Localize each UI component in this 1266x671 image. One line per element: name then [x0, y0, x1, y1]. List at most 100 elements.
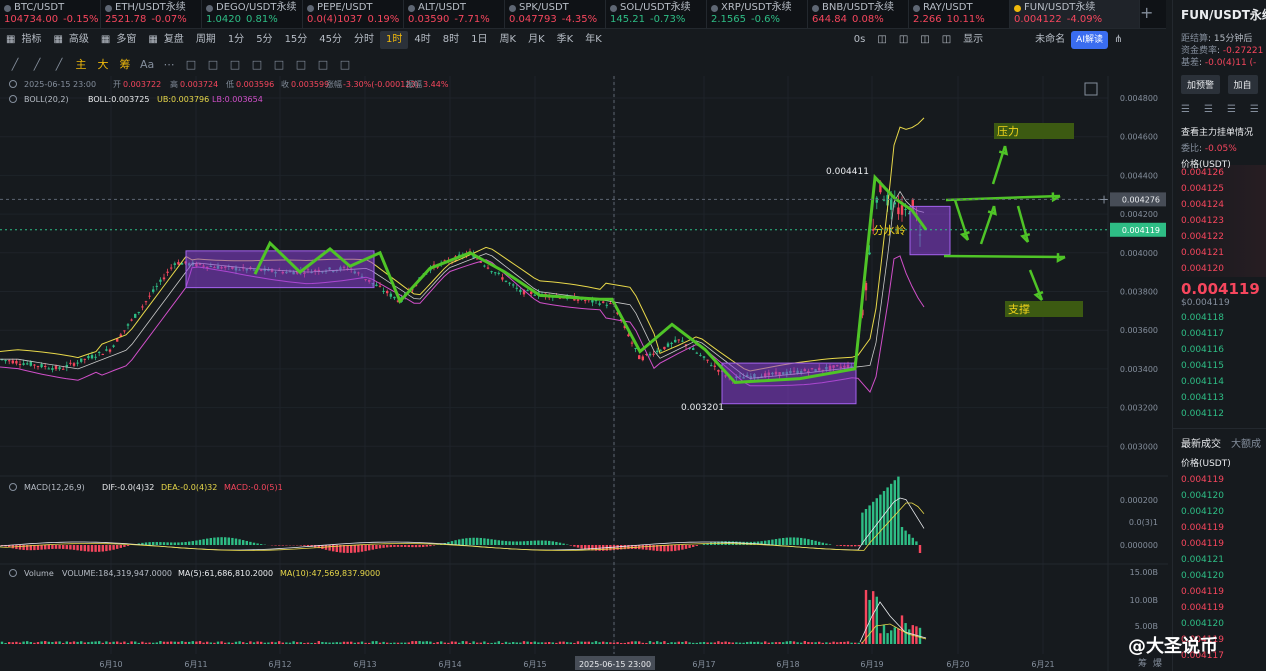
toolbar-2-button[interactable]: 多窗 — [110, 31, 142, 49]
drawbar-2-button[interactable]: 筹 — [118, 56, 132, 72]
orderbook-bids-icon[interactable]: ☰ — [1204, 104, 1213, 115]
filter-icon[interactable]: □ — [316, 58, 330, 71]
interval-0-button[interactable]: 1分 — [222, 31, 250, 49]
ai-interpret-button[interactable]: AI解读 — [1071, 31, 1108, 49]
legend-eye-icon[interactable] — [9, 80, 17, 88]
bid-row[interactable]: 0.004112 — [1173, 406, 1266, 422]
interval-3-button[interactable]: 45分 — [313, 31, 348, 49]
ask-row[interactable]: 0.004121 — [1173, 245, 1266, 261]
interval-8-button[interactable]: 1日 — [465, 31, 493, 49]
ticker-tab[interactable]: SPK/USDT 0.047793 -4.35% — [505, 0, 606, 28]
bid-row[interactable]: 0.004116 — [1173, 342, 1266, 358]
tab-large-trades[interactable]: 大额成 — [1231, 435, 1261, 450]
ticker-tab[interactable]: RAY/USDT 2.266 10.11% — [909, 0, 1010, 28]
ray-tool-icon[interactable]: ╱ — [30, 58, 44, 71]
magnet-icon[interactable]: □ — [206, 58, 220, 71]
drawbar-3-button[interactable]: Aa — [140, 58, 154, 71]
macd-bar — [674, 545, 677, 551]
interval-12-button[interactable]: 年K — [579, 31, 608, 49]
toolbar-3-button[interactable]: 复盘 — [158, 31, 190, 49]
price-chart[interactable]: 压力支撑分水岭0.0044110.0032012025-06-15 23:00 开… — [0, 76, 1168, 671]
candle-body — [627, 334, 630, 337]
ticker-tab[interactable]: ETH/USDT永续 2521.78 -0.07% — [101, 0, 202, 28]
macd-settings-icon[interactable] — [9, 483, 17, 491]
toolbar-0-button[interactable]: 指标 — [15, 31, 47, 49]
more-icon[interactable]: ⋯ — [162, 58, 176, 71]
replay-icon[interactable]: ▦ — [142, 31, 157, 49]
multiwindow-icon[interactable]: ▦ — [95, 31, 110, 49]
interval-5-button[interactable]: 1时 — [380, 31, 409, 49]
toolbar-4-button[interactable]: 周期 — [190, 31, 222, 49]
copy-icon[interactable]: □ — [184, 58, 198, 71]
orderbook-both-icon[interactable]: ☰ — [1181, 104, 1190, 115]
ticker-tab[interactable]: BNB/USDT永续 644.84 0.08% — [808, 0, 909, 28]
add-alert-button[interactable]: 加预警 — [1181, 75, 1221, 94]
interval-11-button[interactable]: 季K — [551, 31, 580, 49]
ticker-tab[interactable]: PEPE/USDT 0.0(4)1037 0.19% — [303, 0, 404, 28]
ticker-tab[interactable]: ALT/USDT 0.03590 -7.71% — [404, 0, 505, 28]
lock-icon[interactable]: □ — [294, 58, 308, 71]
line-tool-icon[interactable]: ╱ — [8, 58, 22, 71]
trash-icon[interactable]: □ — [338, 58, 352, 71]
eye-icon[interactable]: □ — [272, 58, 286, 71]
ask-row[interactable]: 0.004125 — [1173, 181, 1266, 197]
macd-bar — [386, 545, 389, 548]
coin-icon — [711, 4, 718, 12]
drawbar-1-button[interactable]: 大 — [96, 56, 110, 72]
interval-1-button[interactable]: 5分 — [250, 31, 278, 49]
drawbar-0-button[interactable]: 主 — [74, 56, 88, 72]
interval-9-button[interactable]: 周K — [494, 31, 523, 49]
legend-settings-icon[interactable] — [9, 95, 17, 103]
macd-bar — [375, 545, 378, 549]
bid-row[interactable]: 0.004117 — [1173, 326, 1266, 342]
pen-icon[interactable]: ◫ — [914, 31, 935, 49]
settle-row: 距结算: 15分钟后 — [1181, 34, 1253, 44]
ask-row[interactable]: 0.004126 — [1173, 165, 1266, 181]
bid-row[interactable]: 0.004118 — [1173, 310, 1266, 326]
macd-bar — [69, 545, 72, 550]
zoom-icon[interactable]: □ — [250, 58, 264, 71]
interval-2-button[interactable]: 15分 — [279, 31, 314, 49]
interval-10-button[interactable]: 月K — [522, 31, 551, 49]
macd-bar — [252, 542, 256, 545]
ask-row[interactable]: 0.004124 — [1173, 197, 1266, 213]
ticker-tab[interactable]: SOL/USDT永续 145.21 -0.73% — [606, 0, 707, 28]
macd-bar — [623, 545, 626, 550]
ticker-tab[interactable]: BTC/USDT 104734.00 -0.15% — [0, 0, 101, 28]
countdown-label[interactable]: 0s — [848, 31, 872, 49]
toolbar-1-button[interactable]: 高级 — [63, 31, 95, 49]
ticker-tab[interactable]: FUN/USDT永续 0.004122 -4.09% — [1010, 0, 1140, 28]
camera-icon[interactable]: ◫ — [871, 31, 892, 49]
advanced-icon[interactable]: ▦ — [47, 31, 62, 49]
ask-row[interactable]: 0.004122 — [1173, 229, 1266, 245]
expand-icon[interactable] — [1084, 82, 1098, 96]
ticker-tab[interactable]: XRP/USDT永续 2.1565 -0.6% — [707, 0, 808, 28]
ask-row[interactable]: 0.004120 — [1173, 261, 1266, 277]
add-favorite-button[interactable]: 加自 — [1227, 75, 1258, 94]
interval-6-button[interactable]: 4时 — [408, 31, 436, 49]
display-button[interactable]: 显示 — [957, 31, 989, 49]
interval-4-button[interactable]: 分时 — [348, 31, 380, 49]
bid-row[interactable]: 0.004115 — [1173, 358, 1266, 374]
hline-tool-icon[interactable]: ╱ — [52, 58, 66, 71]
indicator-icon[interactable]: ▦ — [0, 31, 15, 49]
macd-bar — [645, 545, 648, 550]
share-icon[interactable]: ⋔ — [1108, 31, 1128, 49]
bid-row[interactable]: 0.004113 — [1173, 390, 1266, 406]
bid-row[interactable]: 0.004114 — [1173, 374, 1266, 390]
layout-name-button[interactable]: 未命名 — [1029, 31, 1071, 49]
layout-icon[interactable]: ◫ — [936, 31, 957, 49]
orderbook-depth-icon[interactable]: ☰ — [1250, 104, 1259, 115]
orderbook-asks-icon[interactable]: ☰ — [1227, 104, 1236, 115]
measure-icon[interactable]: □ — [228, 58, 242, 71]
tab-latest-trades[interactable]: 最新成交 — [1181, 435, 1221, 450]
interval-7-button[interactable]: 8时 — [437, 31, 465, 49]
add-alert-icon[interactable]: + — [1099, 192, 1109, 206]
ticker-tab[interactable]: DEGO/USDT永续 1.0420 0.81% — [202, 0, 303, 28]
ask-row[interactable]: 0.004123 — [1173, 213, 1266, 229]
candle-body — [393, 296, 396, 299]
volume-settings-icon[interactable] — [9, 569, 17, 577]
fullscreen-icon[interactable]: ◫ — [893, 31, 914, 49]
view-main-orders-link[interactable]: 查看主力挂单情况 — [1173, 125, 1266, 141]
add-tab-button[interactable]: + — [1140, 3, 1153, 22]
